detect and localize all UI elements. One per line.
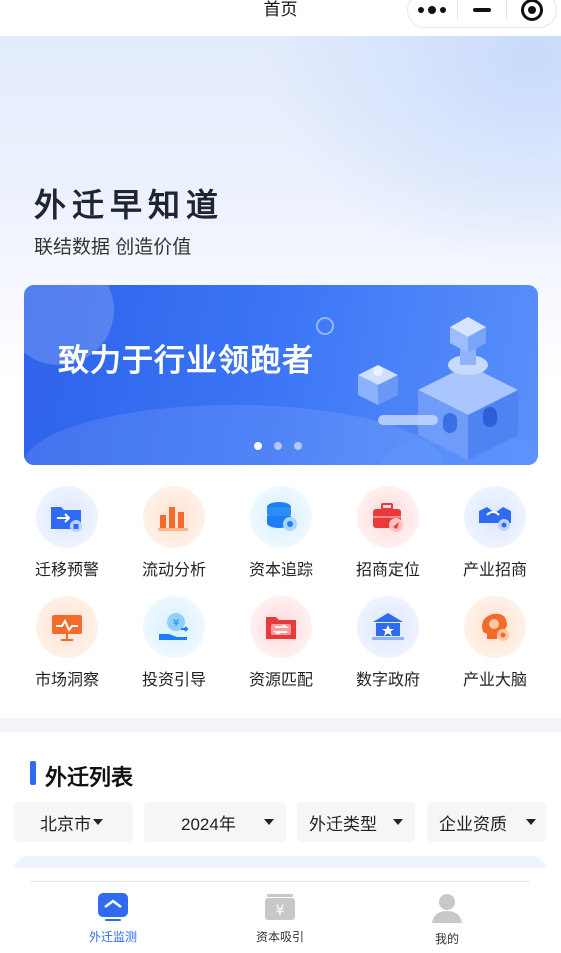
svg-text:¥: ¥ xyxy=(276,903,285,919)
close-button[interactable] xyxy=(507,0,556,27)
presentation-board-icon xyxy=(36,596,98,658)
hero-subtitle: 联结数据 创造价值 xyxy=(34,237,192,258)
carousel-dot[interactable] xyxy=(254,442,262,450)
feature-label: 数字政府 xyxy=(355,672,420,689)
filter-value: 2024年 xyxy=(181,814,236,834)
database-icon xyxy=(250,486,312,548)
brain-gear-icon xyxy=(464,596,526,658)
filter-bar: 北京市 2024年 外迁类型 企业资质 xyxy=(14,802,554,842)
handshake-icon xyxy=(464,486,526,548)
monitor-icon xyxy=(98,893,128,921)
user-icon xyxy=(432,894,462,923)
feature-industry-brain[interactable]: 产业大脑 xyxy=(442,596,548,706)
yuan-box-icon: ¥ xyxy=(265,894,295,920)
tab-migration-monitoring[interactable]: 外迁监测 xyxy=(63,892,163,945)
hero-title: 外迁早知道 xyxy=(34,187,225,223)
feature-resource-matching[interactable]: 资源匹配 xyxy=(228,596,334,706)
dropdown-caret-icon xyxy=(264,819,274,825)
government-building-icon xyxy=(357,596,419,658)
banner-ring xyxy=(316,317,334,335)
briefcase-location-icon xyxy=(357,486,419,548)
banner-slogan: 致力于行业领跑者 xyxy=(58,343,314,378)
list-title: 外迁列表 xyxy=(45,765,134,790)
feature-row: 迁移预警 流动分析 资本追踪 招商定位 产业招商 xyxy=(14,486,548,596)
city-filter[interactable]: 北京市 xyxy=(14,802,133,842)
filter-value: 外迁类型 xyxy=(309,814,377,834)
dropdown-caret-icon xyxy=(526,819,536,825)
feature-flow-analysis[interactable]: 流动分析 xyxy=(121,486,227,596)
banner-carousel[interactable]: 致力于行业领跑者 xyxy=(24,285,538,465)
feature-digital-government[interactable]: 数字政府 xyxy=(335,596,441,706)
feature-investment-location[interactable]: 招商定位 xyxy=(335,486,441,596)
feature-label: 产业招商 xyxy=(462,562,527,579)
tab-label: 资本吸引 xyxy=(255,930,304,944)
feature-label: 资源匹配 xyxy=(248,672,313,689)
target-icon xyxy=(520,0,543,21)
feature-migration-warning[interactable]: 迁移预警 xyxy=(14,486,120,596)
more-dots-icon xyxy=(418,6,447,14)
feature-capital-tracking[interactable]: 资本追踪 xyxy=(228,486,334,596)
dropdown-caret-icon xyxy=(93,819,103,825)
more-button[interactable] xyxy=(408,0,457,27)
folder-exchange-icon xyxy=(250,596,312,658)
tab-label: 外迁监测 xyxy=(88,930,137,944)
navigation-bar: 首页 xyxy=(0,0,561,36)
feature-row: 市场洞察 ¥ 投资引导 资源匹配 数字政府 产业大脑 xyxy=(14,596,548,706)
bottom-tab-bar: 外迁监测 ¥ 资本吸引 我的 xyxy=(0,868,561,953)
feature-label: 产业大脑 xyxy=(462,672,527,689)
feature-label: 流动分析 xyxy=(141,562,206,579)
feature-label: 资本追踪 xyxy=(248,562,313,579)
feature-label: 招商定位 xyxy=(355,562,420,579)
feature-industry-investment[interactable]: 产业招商 xyxy=(442,486,548,596)
section-accent-bar xyxy=(30,761,36,785)
investment-hand-icon: ¥ xyxy=(143,596,205,658)
svg-text:¥: ¥ xyxy=(173,618,179,629)
feature-label: 市场洞察 xyxy=(34,672,99,689)
minimize-button[interactable] xyxy=(458,0,507,27)
dropdown-caret-icon xyxy=(393,819,403,825)
carousel-dot[interactable] xyxy=(294,442,302,450)
carousel-indicators xyxy=(254,442,302,450)
migration-type-filter[interactable]: 外迁类型 xyxy=(297,802,415,842)
section-divider xyxy=(0,718,561,732)
tab-capital-attraction[interactable]: ¥ 资本吸引 xyxy=(230,892,330,945)
tab-profile[interactable]: 我的 xyxy=(397,892,497,947)
feature-label: 投资引导 xyxy=(141,672,206,689)
filter-value: 企业资质 xyxy=(439,814,507,834)
year-filter[interactable]: 2024年 xyxy=(144,802,286,842)
feature-market-insight[interactable]: 市场洞察 xyxy=(14,596,120,706)
tab-label: 我的 xyxy=(434,932,459,946)
carousel-dot[interactable] xyxy=(274,442,282,450)
feature-grid: 迁移预警 流动分析 资本追踪 招商定位 产业招商 市场洞察 ¥ 投资引导 资源匹… xyxy=(14,486,548,706)
qualification-filter[interactable]: 企业资质 xyxy=(427,802,546,842)
mini-program-capsule xyxy=(407,0,557,28)
folder-transfer-icon xyxy=(36,486,98,548)
tab-divider xyxy=(30,881,530,882)
isometric-blocks-illustration xyxy=(358,317,538,465)
feature-label: 迁移预警 xyxy=(34,562,99,579)
feature-investment-guidance[interactable]: ¥ 投资引导 xyxy=(121,596,227,706)
filter-value: 北京市 xyxy=(40,814,91,834)
bar-chart-icon xyxy=(143,486,205,548)
minus-icon xyxy=(473,8,491,12)
